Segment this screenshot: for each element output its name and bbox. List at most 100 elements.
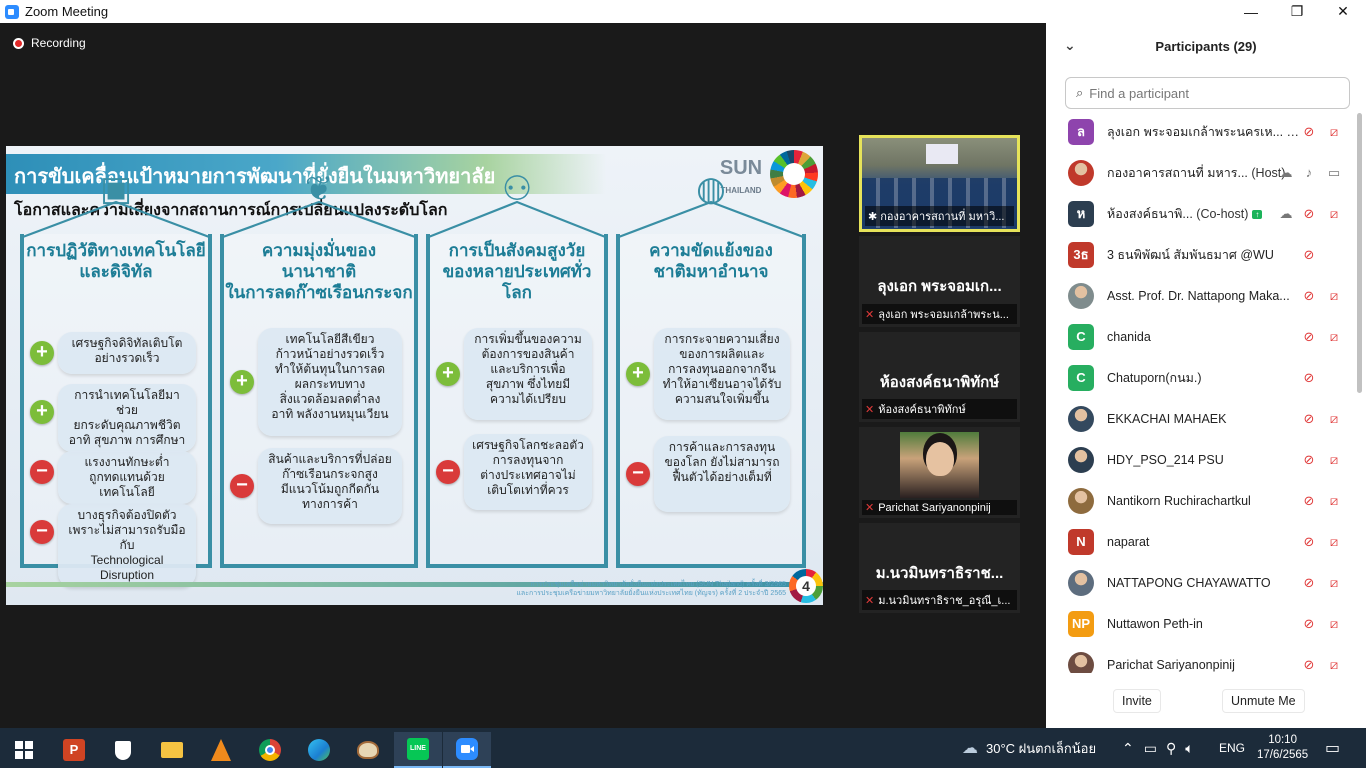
recording-icon [13,37,24,49]
muted-mic-icon[interactable]: ⊘ [1301,370,1317,386]
participant-name: Nuttawon Peth-in [1107,616,1203,631]
mic-icon[interactable]: ♪ [1301,165,1317,181]
restore-button[interactable]: ❐ [1274,0,1320,23]
battery-icon[interactable]: ▭ [1144,740,1157,757]
powerpoint-icon[interactable]: P [50,732,98,768]
windows-start-icon[interactable] [0,732,48,768]
participant-row[interactable]: Cchanida ⊘ ⧄ [1046,316,1366,357]
participant-name: naparat [1107,534,1150,549]
participant-search[interactable]: ⌕ [1065,77,1350,109]
video-tile-name: ลุงเอก พระจอมเก... [877,278,1002,295]
participant-row[interactable]: Asst. Prof. Dr. Nattapong Maka... ⊘ ⧄ [1046,275,1366,316]
chevron-up-icon[interactable]: ⌃ [1122,740,1134,757]
avatar [1068,282,1094,309]
muted-mic-icon[interactable]: ⊘ [1301,206,1317,222]
muted-mic-icon: ✕ [865,502,875,514]
participant-row[interactable]: ล ลุงเอก พระจอมเกล้าพระนครเห... (Me)⊘ ⧄ [1046,111,1366,152]
minimize-button[interactable]: — [1228,0,1274,23]
chip-icon: ▣ [99,170,133,208]
video-off-icon[interactable]: ⧄ [1326,329,1342,345]
avatar [1068,405,1094,432]
invite-button[interactable]: Invite [1113,689,1161,713]
clock[interactable]: 10:10 17/6/2565 [1257,728,1308,768]
video-off-icon[interactable]: ⧄ [1326,206,1342,222]
notification-icon[interactable]: ▭ [1325,728,1340,768]
participant-row[interactable]: Nnaparat ⊘ ⧄ [1046,521,1366,562]
participant-row[interactable]: Nantikorn Ruchirachartkul ⊘ ⧄ [1046,480,1366,521]
zoom-icon[interactable] [443,732,491,768]
avatar: C [1068,364,1094,391]
muted-mic-icon[interactable]: ⊘ [1301,657,1317,673]
sdg-wheel-icon [770,150,818,198]
unmute-me-button[interactable]: Unmute Me [1222,689,1305,713]
pin-icon: ✱ [868,210,878,223]
video-tile-host[interactable]: ✱ กองอาคารสถานที่ มหาวิ... [859,135,1020,232]
shield-icon[interactable] [99,732,147,768]
network-icon[interactable]: ⚲ [1166,740,1176,757]
video-off-icon[interactable]: ⧄ [1326,452,1342,468]
edge-icon[interactable] [295,732,343,768]
video-icon[interactable]: ▭ [1326,165,1342,181]
vlc-icon[interactable] [197,732,245,768]
paint-icon[interactable] [344,732,392,768]
video-off-icon[interactable]: ⧄ [1326,288,1342,304]
weather-widget[interactable]: ☁ 30°C ฝนตกเล็กน้อย [962,728,1096,768]
muted-mic-icon[interactable]: ⊘ [1301,288,1317,304]
volume-icon[interactable]: 🔈︎ [1185,740,1193,757]
participant-row[interactable]: NP Nuttawon Peth-in ⊘ ⧄ [1046,603,1366,644]
shared-screen-slide[interactable]: การขับเคลื่อนเป้าหมายการพัฒนาที่ยั่งยืนใ… [6,146,823,605]
video-off-icon[interactable]: ⧄ [1326,124,1342,140]
video-tile-caption: ✕ ลุงเอก พระจอมเกล้าพระน... [862,304,1017,324]
video-off-icon[interactable]: ⧄ [1326,534,1342,550]
participant-row[interactable]: Parichat Sariyanonpinij ⊘ ⧄ [1046,644,1366,673]
video-off-icon[interactable]: ⧄ [1326,616,1342,632]
line-icon[interactable]: LINE [394,732,442,768]
participant-row[interactable]: NATTAPONG CHAYAWATTO ⊘ ⧄ [1046,562,1366,603]
folder-icon[interactable] [148,732,196,768]
muted-mic-icon[interactable]: ⊘ [1301,616,1317,632]
video-tile-4[interactable]: ✕ Parichat Sariyanonpinij [859,427,1020,518]
video-off-icon[interactable]: ⧄ [1326,493,1342,509]
video-tile-2[interactable]: ลุงเอก พระจอมเก... ✕ ลุงเอก พระจอมเกล้าพร… [859,236,1020,327]
participant-row[interactable]: HDY_PSO_214 PSU ⊘ ⧄ [1046,439,1366,480]
video-off-icon[interactable]: ⧄ [1326,657,1342,673]
muted-mic-icon[interactable]: ⊘ [1301,575,1317,591]
video-tile-3[interactable]: ห้องสงค์ธนาพิทักษ์ ✕ ห้องสงค์ธนาพิทักษ์ [859,332,1020,422]
close-button[interactable]: ✕ [1320,0,1366,23]
language-indicator[interactable]: ENG [1219,728,1245,768]
participant-row[interactable]: กองอาคารสถานที่ มหาร... (Host) ☁ ♪ ▭ [1046,152,1366,193]
muted-mic-icon: ✕ [865,403,875,416]
participant-row[interactable]: EKKACHAI MAHAEK ⊘ ⧄ [1046,398,1366,439]
pillar-item: แรงงานทักษะต่ำ ถูกทดแทนด้วยเทคโนโลยี [58,451,196,504]
video-off-icon[interactable]: ⧄ [1326,411,1342,427]
participant-list-scrollbar[interactable] [1357,113,1362,393]
slide-page-number-text: 4 [796,576,816,596]
video-tile-5[interactable]: ม.นวมินทราธิราช... ✕ ม.นวมินทราธิราช_อรุณ… [859,523,1020,613]
muted-mic-icon[interactable]: ⊘ [1301,329,1317,345]
minus-icon: − [30,520,54,544]
window-title: Zoom Meeting [25,4,109,19]
avatar: 3ธ [1068,241,1094,268]
pillar-heading: ความขัดแย้งของ ชาติมหาอำนาจ [649,241,773,281]
pillar-item: การเพิ่มขึ้นของความ ต้องการของสินค้า และ… [464,328,592,420]
participant-row[interactable]: ห ห้องสงค์ธนาพิ... (Co-host) ↑ ☁ ⊘ ⧄ [1046,193,1366,234]
clock-date: 17/6/2565 [1257,749,1309,761]
participant-row[interactable]: C Chatuporn(กนม.) ⊘ [1046,357,1366,398]
participant-name: Parichat Sariyanonpinij [1107,657,1235,672]
muted-mic-icon[interactable]: ⊘ [1301,452,1317,468]
muted-mic-icon[interactable]: ⊘ [1301,411,1317,427]
pillar-heading: ความมุ่งมั่นของ นานาชาติ ในการลดก๊าซเรือ… [225,241,413,302]
video-off-icon[interactable]: ⧄ [1326,575,1342,591]
muted-mic-icon[interactable]: ⊘ [1301,247,1317,263]
avatar: ล [1068,118,1094,145]
participant-row[interactable]: 3ธ 3 ธนพิพัฒน์ สัมพันธมาศ @WU ⊘ [1046,234,1366,275]
muted-mic-icon[interactable]: ⊘ [1301,534,1317,550]
participants-header: ⌄ Participants (29) [1046,23,1366,69]
recording-indicator[interactable]: Recording [13,36,86,50]
muted-mic-icon[interactable]: ⊘ [1301,493,1317,509]
muted-mic-icon[interactable]: ⊘ [1301,124,1317,140]
avatar [1068,159,1094,186]
search-input[interactable] [1089,85,1330,101]
chevron-down-icon[interactable]: ⌄ [1064,37,1076,54]
chrome-icon[interactable] [246,732,294,768]
